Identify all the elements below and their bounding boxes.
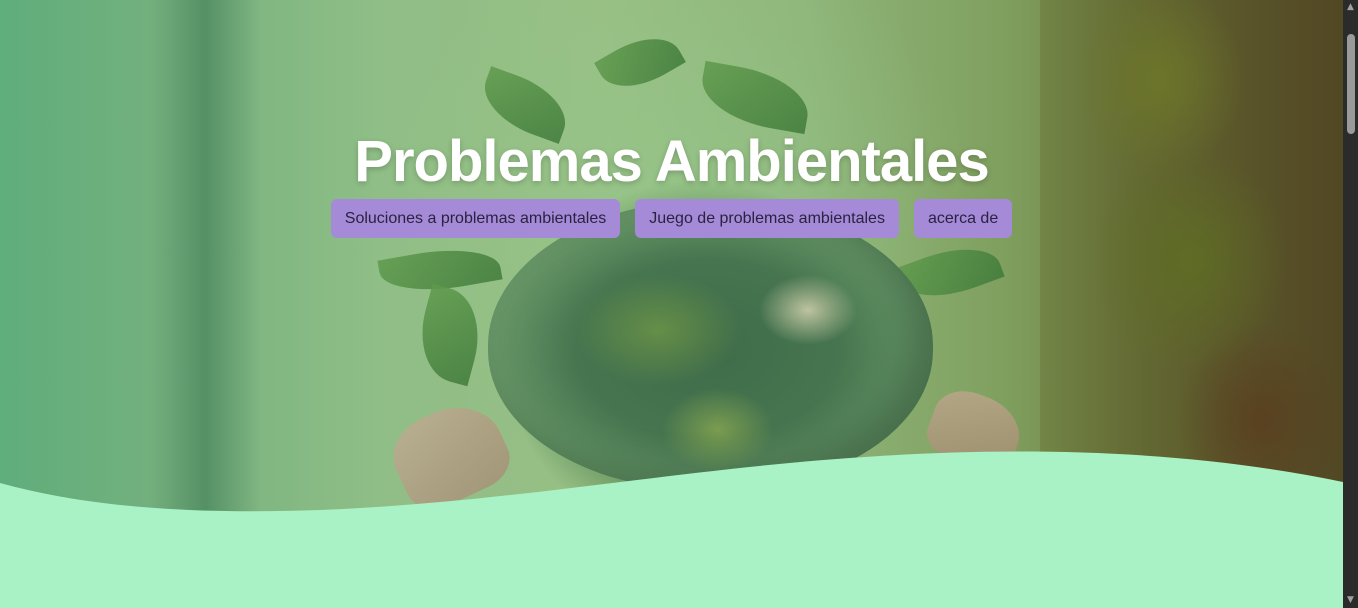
nav-button-juego[interactable]: Juego de problemas ambientales — [635, 199, 899, 238]
leaf-decoration — [594, 23, 686, 102]
scroll-down-arrow-icon[interactable]: ▼ — [1343, 593, 1358, 608]
page-title: Problemas Ambientales — [354, 129, 989, 194]
leaf-decoration — [409, 283, 491, 387]
nav-button-acerca-de[interactable]: acerca de — [913, 199, 1013, 238]
nav-button-soluciones[interactable]: Soluciones a problemas ambientales — [330, 199, 621, 238]
wave-divider — [0, 451, 1343, 608]
page-viewport: Problemas Ambientales Soluciones a probl… — [0, 0, 1343, 608]
main-nav: Soluciones a problemas ambientales Juego… — [0, 199, 1343, 238]
scrollbar-thumb[interactable] — [1347, 34, 1355, 134]
leaf-decoration — [696, 60, 814, 135]
scroll-up-arrow-icon[interactable]: ▲ — [1343, 0, 1358, 15]
vertical-scrollbar[interactable]: ▲ ▼ — [1343, 0, 1358, 608]
